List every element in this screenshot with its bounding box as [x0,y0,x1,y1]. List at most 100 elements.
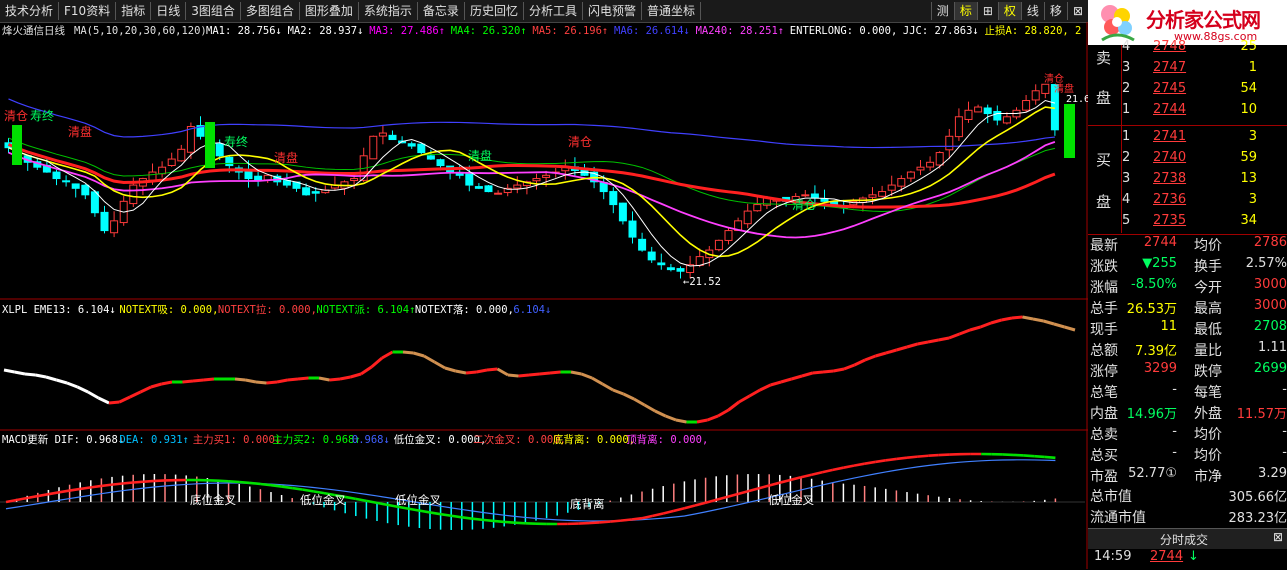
quote-label-right: 跌停 [1194,361,1222,381]
toolbar-button-8[interactable]: 备忘录 [418,2,465,20]
dif-segment [769,483,780,486]
fund-value: 283.23亿 [1229,507,1287,526]
dif-segment [91,486,102,487]
quote-value-left: ▼255 [1142,256,1177,271]
toolbar-small-button-5[interactable]: 移 [1044,2,1067,20]
dif-segment [70,489,81,491]
signal-label-3: 寿终 [224,134,248,149]
candle-body [408,144,415,146]
toolbar-small-button-6[interactable]: ⊠ [1067,2,1088,20]
candle-body [312,192,319,194]
macd-value-4: 0.968↓ [352,434,390,446]
toolbar-button-6[interactable]: 图形叠加 [300,2,359,20]
quote-value-right: 2708 [1254,319,1287,334]
toolbar-button-10[interactable]: 分析工具 [524,2,583,20]
quote-label-right: 今开 [1194,277,1222,297]
toolbar-button-2[interactable]: 指标 [116,2,151,20]
candle-body [975,107,982,112]
quote-label-left: 总手 [1090,298,1118,318]
xlpl-value-2: NOTEXT拉: 0.000, [218,303,317,316]
xlpl-segment [424,356,435,362]
fund-row: 流通市值283.23亿 [1088,507,1287,528]
toolbar-button-12[interactable]: 普通坐标 [642,2,701,20]
time-sales-tab[interactable]: 分时成交⊠ [1088,528,1287,549]
xlpl-segment [519,375,530,376]
sell-price: 2747 [1153,60,1186,75]
dif-segment [38,494,49,496]
chart-area[interactable]: 烽火通信日线MA(5,10,20,30,60,120)MA1: 28.756↓M… [0,22,1088,569]
quote-label-left: 现手 [1090,319,1118,339]
quote-value-left: 14.96万 [1127,403,1177,422]
toolbar-button-1[interactable]: F10资料 [59,2,116,20]
candle-body [619,203,626,221]
candle-body [821,199,828,201]
candle-body [370,136,377,159]
toolbar-button-4[interactable]: 3图组合 [186,2,241,20]
xlpl-segment [246,380,257,382]
xlpl-segment [46,377,57,380]
xlpl-segment [372,358,383,367]
logo-title: 分析家公式网 [1146,4,1260,33]
toolbar-small-button-2[interactable]: ⊞ [977,2,998,20]
quote-value-left: - [1172,382,1177,397]
sell-row: 4274825 [1088,39,1287,60]
candle-body [303,188,310,195]
dif-segment [419,511,430,513]
quote-label-right: 外盘 [1194,403,1222,423]
dif-segment [695,503,706,506]
candle-body [754,205,761,211]
quote-label-right: 最高 [1194,298,1222,318]
dif-segment [133,482,144,483]
buy-price: 2735 [1153,213,1186,228]
xlpl-segment [319,378,330,380]
xlpl-value-3: NOTEXT派: 6.104↑ [316,304,415,316]
macd-value-3: 主力买2: 0.968↑ [272,433,360,446]
toolbar-button-3[interactable]: 日线 [151,2,186,20]
quote-value-right: - [1282,424,1287,439]
xlpl-segment [991,320,1002,323]
trade-time: 14:59 [1094,549,1131,564]
xlpl-segment [414,353,425,356]
xlpl-segment [981,323,992,327]
toolbar-button-11[interactable]: 闪电预警 [583,2,642,20]
xlpl-segment [718,410,729,416]
dif-segment [101,485,112,486]
quote-label-right: 均价 [1194,445,1222,465]
xlpl-segment [624,394,635,399]
toolbar-button-0[interactable]: 技术分析 [0,2,59,20]
dif-segment [112,483,123,484]
xlpl-segment [540,373,551,374]
sell-label-1: 卖 [1096,47,1111,68]
trade-arrow-icon: ↓ [1188,549,1199,564]
xlpl-segment [771,382,782,385]
quote-value-left: 3299 [1144,361,1177,376]
candle-body [994,111,1001,120]
toolbar-small-button-0[interactable]: 测 [931,2,954,20]
toolbar-button-7[interactable]: 系统指示 [359,2,418,20]
quote-value-right: 1.11 [1258,340,1287,355]
candle-body [101,212,108,230]
toolbar-small-button-4[interactable]: 线 [1021,2,1044,20]
toolbar-small-button-3[interactable]: 权 [998,2,1021,20]
candle-body [283,181,290,185]
xlpl-segment [288,379,299,380]
quote-label-left: 涨幅 [1090,277,1118,297]
dif-segment [377,503,388,505]
fund-value: 305.66亿 [1229,486,1287,505]
toolbar-button-5[interactable]: 多图组合 [241,2,300,20]
dif-segment [27,496,38,498]
toolbar-small-button-1[interactable]: 标 [954,2,977,20]
candle-body [802,195,809,196]
toolbar-button-9[interactable]: 历史回忆 [465,2,524,20]
period-label: 日线 [44,24,65,37]
quote-value-left: 7.39亿 [1135,340,1177,359]
xlpl-segment [760,385,771,390]
xlpl-segment [382,352,393,358]
buy-price: 2740 [1153,150,1186,165]
buy-row: 5273534 [1088,213,1287,234]
ma-value-6: MA240: 28.251↑ [696,25,785,37]
candle-body [533,179,540,181]
xlpl-segment [928,340,939,342]
xlpl-segment [340,377,351,379]
quote-label-right: 均价 [1194,235,1222,255]
